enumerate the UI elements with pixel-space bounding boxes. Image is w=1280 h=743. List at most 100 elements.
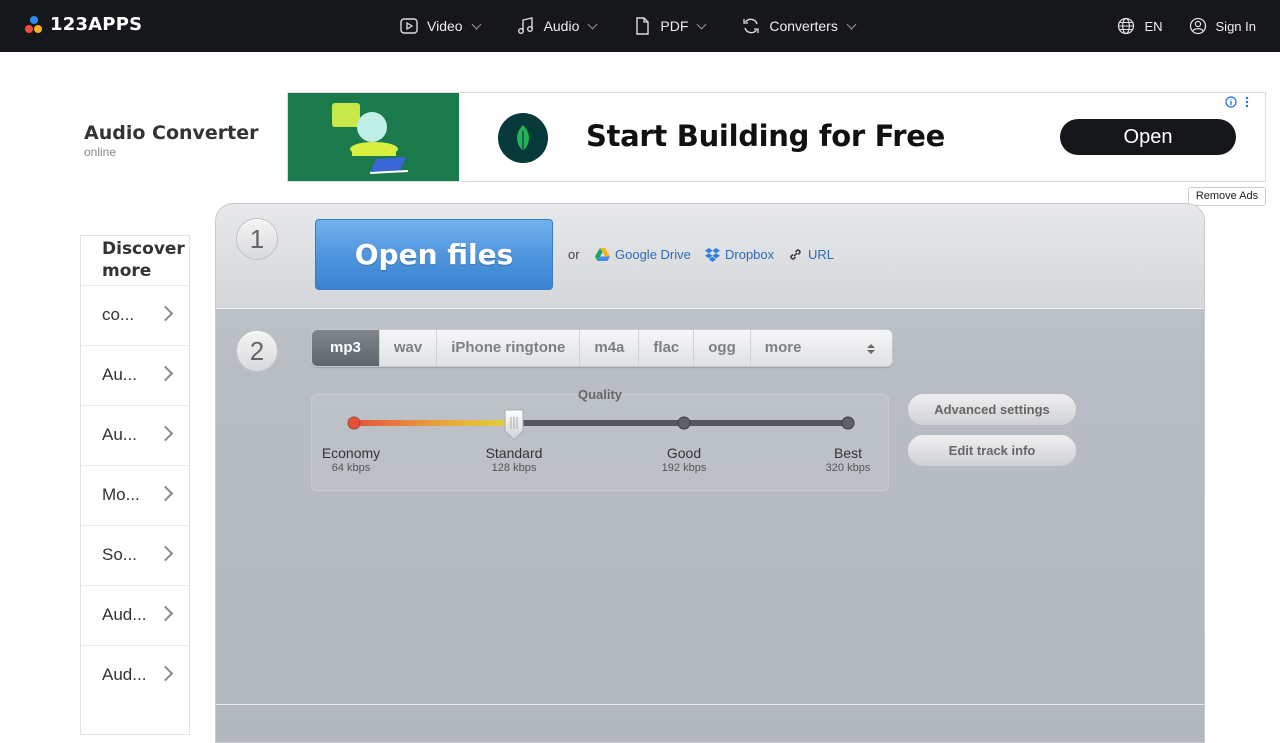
step-1-number: 1	[236, 218, 278, 260]
format-selector: mp3 wav iPhone ringtone m4a flac ogg mor…	[311, 329, 893, 367]
ad-leaf-logo-icon	[498, 113, 548, 163]
advanced-settings-button[interactable]: Advanced settings	[907, 393, 1077, 426]
slider-stop-best[interactable]	[841, 416, 855, 430]
format-iphone-ringtone[interactable]: iPhone ringtone	[437, 330, 581, 366]
nav-converters-label: Converters	[769, 18, 838, 34]
globe-icon	[1118, 17, 1135, 35]
url-link[interactable]: URL	[788, 247, 834, 262]
slider-stop-good[interactable]	[677, 416, 691, 430]
format-more-label: more	[764, 339, 802, 356]
nav-pdf[interactable]: PDF	[632, 16, 707, 36]
quality-label-standard: Standard	[485, 445, 543, 461]
converter-panel: 1 Open files or Google Drive Dropbox URL…	[215, 203, 1205, 743]
nav-video-label: Video	[427, 18, 463, 34]
sign-in-link[interactable]: Sign In	[1189, 17, 1256, 35]
or-label: or	[568, 247, 580, 262]
ad-banner[interactable]: Start Building for Free Open	[287, 92, 1266, 182]
sidebar-heading: Discover more	[102, 239, 185, 281]
nav-pdf-label: PDF	[660, 18, 689, 34]
quality-label-best: Best	[833, 445, 862, 461]
sidebar-item-label: So...	[102, 545, 137, 564]
main-nav: Video Audio PDF Converters	[399, 0, 891, 52]
chevron-down-icon	[696, 19, 707, 29]
user-icon	[1189, 17, 1206, 35]
sidebar-item-label: Aud...	[102, 665, 147, 684]
chevron-right-icon	[157, 365, 174, 382]
format-more-dropdown[interactable]: more	[751, 330, 892, 366]
ad-info-icon[interactable]	[1225, 95, 1253, 112]
edit-track-info-button[interactable]: Edit track info	[907, 434, 1077, 467]
chevron-right-icon	[157, 425, 174, 442]
quality-bitrate-economy: 64 kbps	[331, 462, 371, 474]
sidebar-item[interactable]: Au...	[81, 345, 189, 405]
google-drive-link[interactable]: Google Drive	[595, 247, 691, 262]
sidebar-item-label: Au...	[102, 365, 137, 384]
dropbox-link[interactable]: Dropbox	[705, 247, 774, 262]
dropbox-icon	[705, 247, 720, 262]
sidebar-item[interactable]: Aud...	[81, 645, 189, 705]
chevron-right-icon	[157, 605, 174, 622]
sidebar-item[interactable]: So...	[81, 525, 189, 585]
slider-handle[interactable]	[504, 409, 524, 441]
format-wav[interactable]: wav	[380, 330, 438, 366]
sign-in-label: Sign In	[1215, 18, 1256, 34]
url-label: URL	[808, 247, 835, 262]
language-selector[interactable]: EN	[1117, 17, 1163, 35]
nav-converters[interactable]: Converters	[741, 16, 857, 36]
chevron-down-icon	[471, 19, 482, 29]
brand-logo[interactable]: 123APPS	[24, 14, 142, 35]
nav-video[interactable]: Video	[399, 16, 482, 36]
language-label: EN	[1144, 18, 1163, 34]
format-ogg[interactable]: ogg	[694, 330, 751, 366]
quality-label-economy: Economy	[321, 445, 381, 461]
logo-mark-icon	[24, 15, 44, 35]
up-down-arrows-icon	[867, 344, 875, 354]
nav-audio-label: Audio	[543, 18, 580, 34]
top-nav-bar: 123APPS Video Audio PDF Converters EN Si…	[0, 0, 1280, 52]
page-subtitle: online	[84, 145, 117, 159]
brand-name: 123APPS	[50, 14, 143, 35]
page-title: Audio Converter	[84, 122, 259, 144]
chevron-down-icon	[587, 19, 598, 29]
discover-more-sidebar: Discover more co... Au... Au... Mo... So…	[80, 235, 190, 735]
quality-slider-box: Quality Economy 64 kbps Standard 128 kbp…	[311, 387, 889, 491]
chevron-right-icon	[157, 485, 174, 502]
video-icon	[400, 18, 418, 34]
format-m4a[interactable]: m4a	[580, 330, 640, 366]
top-right-actions: EN Sign In	[1117, 0, 1256, 52]
slider-fill	[352, 420, 514, 426]
chevron-down-icon	[846, 19, 857, 29]
quality-label-good: Good	[666, 445, 702, 461]
ad-illustration	[288, 93, 459, 181]
sidebar-item-label: Au...	[102, 425, 137, 444]
sidebar-item[interactable]: Mo...	[81, 465, 189, 525]
sidebar-item[interactable]: Au...	[81, 405, 189, 465]
format-mp3[interactable]: mp3	[312, 330, 380, 366]
refresh-icon	[743, 18, 760, 34]
sidebar-item-label: co...	[102, 305, 135, 324]
sidebar-item-label: Aud...	[102, 605, 147, 624]
quality-bitrate-best: 320 kbps	[825, 462, 871, 474]
quality-bitrate-standard: 128 kbps	[491, 462, 537, 474]
ad-open-button[interactable]: Open	[1060, 119, 1236, 155]
step-1-section: 1 Open files or Google Drive Dropbox URL	[216, 204, 1204, 309]
nav-audio[interactable]: Audio	[516, 16, 598, 36]
chevron-right-icon	[157, 545, 174, 562]
sidebar-item-label: Mo...	[102, 485, 140, 504]
music-note-icon	[517, 17, 533, 34]
sidebar-item[interactable]: co...	[81, 285, 189, 345]
ad-headline: Start Building for Free	[586, 119, 946, 153]
slider-stop-economy[interactable]	[347, 416, 361, 430]
open-files-button[interactable]: Open files	[315, 219, 553, 290]
google-drive-icon	[595, 248, 610, 261]
google-drive-label: Google Drive	[615, 247, 691, 262]
quality-bitrate-good: 192 kbps	[661, 462, 707, 474]
chevron-right-icon	[157, 305, 174, 322]
link-icon	[790, 249, 801, 260]
chevron-right-icon	[157, 665, 174, 682]
sidebar-item[interactable]: Aud...	[81, 585, 189, 645]
dropbox-label: Dropbox	[725, 247, 775, 262]
document-icon	[636, 17, 650, 35]
format-flac[interactable]: flac	[639, 330, 695, 366]
step-divider	[216, 704, 1204, 705]
